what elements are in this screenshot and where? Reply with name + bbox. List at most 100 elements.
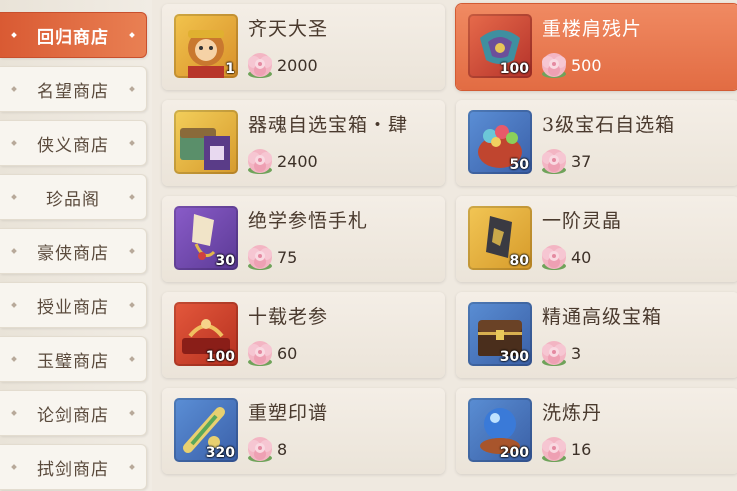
item-name: 重楼肩残片	[542, 18, 643, 40]
refine-pill-icon: 200	[468, 398, 532, 462]
item-quantity: 1	[225, 61, 235, 77]
item-quantity: 100	[499, 61, 529, 77]
diamond-ornament-icon	[129, 248, 135, 254]
item-quantity: 80	[509, 253, 529, 269]
item-quantity: 50	[509, 157, 529, 173]
sidebar-item-label: 回归商店	[37, 27, 109, 48]
item-name: 精通高级宝箱	[542, 306, 663, 328]
peony-flower-icon	[538, 146, 570, 176]
peony-flower-icon	[538, 434, 570, 464]
peony-flower-icon	[244, 434, 276, 464]
shoulder-fragment-icon: 100	[468, 14, 532, 78]
diamond-ornament-icon	[129, 356, 135, 362]
price-value: 8	[277, 439, 288, 459]
peony-flower-icon	[244, 146, 276, 176]
sidebar-item-sword-debate-shop[interactable]: 论剑商店	[0, 390, 147, 436]
peony-flower-icon	[244, 242, 276, 272]
diamond-ornament-icon	[129, 32, 135, 38]
seal-scroll-icon: 320	[174, 398, 238, 462]
sidebar-item-jade-shop[interactable]: 玉璧商店	[0, 336, 147, 382]
peony-flower-icon	[538, 242, 570, 272]
item-name: 重塑印谱	[248, 402, 329, 424]
diamond-ornament-icon	[129, 86, 135, 92]
diamond-ornament-icon	[11, 32, 17, 38]
price-value: 2400	[277, 151, 318, 171]
shop-sidebar: 回归商店 名望商店 侠义商店 珍品阁 豪侠商店 授业商店 玉璧商店 论剑商店 拭	[0, 0, 152, 491]
diamond-ornament-icon	[11, 140, 17, 146]
item-name: 一阶灵晶	[542, 210, 623, 232]
item-price: 3	[538, 338, 581, 368]
peony-flower-icon	[538, 50, 570, 80]
price-value: 37	[571, 151, 592, 171]
item-name: 3级宝石自选箱	[542, 114, 676, 136]
shop-item-card[interactable]: 器魂自选宝箱・肆 2400	[162, 100, 445, 186]
sidebar-item-label: 玉璧商店	[37, 351, 109, 372]
price-value: 75	[277, 247, 298, 267]
martial-notes-icon: 30	[174, 206, 238, 270]
sidebar-item-label: 侠义商店	[37, 135, 109, 156]
spirit-crystal-icon: 80	[468, 206, 532, 270]
price-value: 2000	[277, 55, 318, 75]
gem-bag-icon: 50	[468, 110, 532, 174]
sidebar-item-label: 论剑商店	[37, 405, 109, 426]
diamond-ornament-icon	[11, 86, 17, 92]
treasure-chest-icon: 300	[468, 302, 532, 366]
sidebar-item-label: 豪侠商店	[37, 243, 109, 264]
spirit-chest-icon	[174, 110, 238, 174]
sidebar-item-label: 拭剑商店	[37, 459, 109, 480]
diamond-ornament-icon	[129, 194, 135, 200]
diamond-ornament-icon	[129, 302, 135, 308]
diamond-ornament-icon	[11, 464, 17, 470]
sidebar-item-fame-shop[interactable]: 名望商店	[0, 66, 147, 112]
diamond-ornament-icon	[129, 140, 135, 146]
shop-item-card[interactable]: 320 重塑印谱 8	[162, 388, 445, 474]
item-quantity: 320	[205, 445, 235, 461]
diamond-ornament-icon	[11, 248, 17, 254]
sidebar-item-hero-shop[interactable]: 豪侠商店	[0, 228, 147, 274]
item-name: 十载老参	[248, 306, 329, 328]
diamond-ornament-icon	[129, 410, 135, 416]
shop-item-card[interactable]: 200 洗炼丹 16	[456, 388, 737, 474]
shop-item-card[interactable]: 50 3级宝石自选箱 37	[456, 100, 737, 186]
diamond-ornament-icon	[11, 194, 17, 200]
item-price: 16	[538, 434, 591, 464]
diamond-ornament-icon	[129, 464, 135, 470]
shop-item-card[interactable]: 1 齐天大圣 2000	[162, 4, 445, 90]
item-name: 器魂自选宝箱・肆	[248, 114, 409, 136]
item-quantity: 100	[205, 349, 235, 365]
shop-item-card[interactable]: 300 精通高级宝箱 3	[456, 292, 737, 378]
item-price: 37	[538, 146, 591, 176]
item-name: 齐天大圣	[248, 18, 329, 40]
diamond-ornament-icon	[11, 302, 17, 308]
item-quantity: 300	[499, 349, 529, 365]
sidebar-item-label: 名望商店	[37, 81, 109, 102]
peony-flower-icon	[244, 50, 276, 80]
item-price: 75	[244, 242, 297, 272]
price-value: 3	[571, 343, 582, 363]
item-name: 绝学参悟手札	[248, 210, 369, 232]
peony-flower-icon	[538, 338, 570, 368]
price-value: 500	[571, 55, 602, 75]
item-price: 2400	[244, 146, 318, 176]
ginseng-icon: 100	[174, 302, 238, 366]
shop-item-card[interactable]: 30 绝学参悟手札 75	[162, 196, 445, 282]
item-price: 500	[538, 50, 602, 80]
sidebar-item-label: 授业商店	[37, 297, 109, 318]
monkey-king-icon: 1	[174, 14, 238, 78]
sidebar-item-sword-wipe-shop[interactable]: 拭剑商店	[0, 444, 147, 490]
sidebar-item-return-shop[interactable]: 回归商店	[0, 12, 147, 58]
item-price: 8	[244, 434, 287, 464]
price-value: 16	[571, 439, 592, 459]
shop-item-card-selected[interactable]: 100 重楼肩残片 500	[456, 4, 737, 90]
shop-item-card[interactable]: 80 一阶灵晶 40	[456, 196, 737, 282]
item-price: 40	[538, 242, 591, 272]
peony-flower-icon	[244, 338, 276, 368]
sidebar-item-teaching-shop[interactable]: 授业商店	[0, 282, 147, 328]
sidebar-item-treasure-pavilion[interactable]: 珍品阁	[0, 174, 147, 220]
sidebar-item-label: 珍品阁	[46, 189, 100, 210]
item-name: 洗炼丹	[542, 402, 603, 424]
sidebar-item-chivalry-shop[interactable]: 侠义商店	[0, 120, 147, 166]
diamond-ornament-icon	[11, 410, 17, 416]
shop-item-card[interactable]: 100 十载老参 60	[162, 292, 445, 378]
item-quantity: 200	[499, 445, 529, 461]
